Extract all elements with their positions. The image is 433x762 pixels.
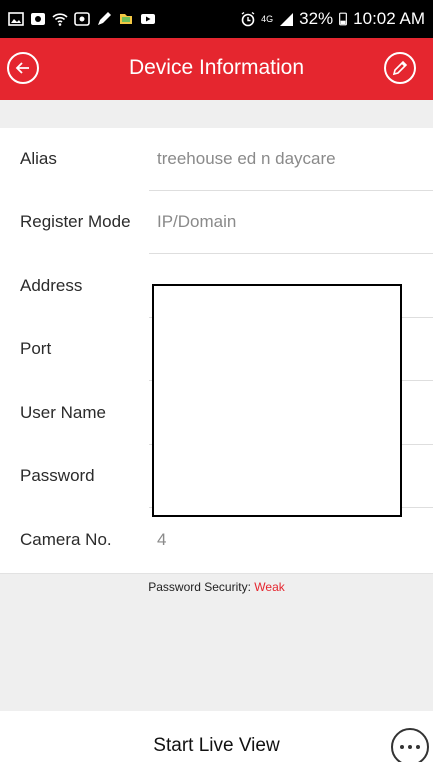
security-section: Password Security: Weak [0,573,433,711]
network-type: 4G [261,14,274,24]
redaction-box [152,284,402,517]
wifi-icon [52,13,68,26]
page-title: Device Information [128,56,305,79]
camera-no-row[interactable]: Camera No. 4 [0,509,433,572]
user-name-label: User Name [20,403,106,422]
video-icon [141,14,155,24]
register-mode-value: IP/Domain [157,212,237,231]
status-bar: 4G 32% 10:02 AM [0,0,433,38]
pen-icon [98,12,111,25]
password-security: Password Security: Weak [0,580,433,594]
camera-icon [31,13,45,25]
start-live-view-button[interactable]: Start Live View [0,735,433,757]
divider [149,253,433,254]
gallery-icon [8,12,24,26]
edit-pencil-icon [392,60,408,76]
edit-button[interactable] [384,52,416,84]
register-mode-row[interactable]: Register Mode IP/Domain [0,191,433,254]
register-mode-label: Register Mode [20,212,131,231]
signal-icon [280,13,294,26]
alias-value: treehouse ed n daycare [157,149,336,168]
battery-icon [339,12,348,26]
clock: 10:02 AM [353,9,425,28]
password-security-label: Password Security: [148,580,251,594]
address-label: Address [20,276,83,295]
camera-no-label: Camera No. [20,530,112,549]
files-icon [120,14,132,24]
alias-label: Alias [20,149,57,168]
section-spacer [0,100,433,128]
password-security-value: Weak [254,580,285,594]
app-bar: Device Information [0,38,433,100]
photo-icon [74,12,90,26]
camera-no-value: 4 [157,530,167,549]
status-right: 4G 32% 10:02 AM [240,9,425,29]
port-label: Port [20,339,52,358]
notification-icons [8,10,156,28]
more-options-icon [400,745,420,749]
battery-percent: 32% [299,9,334,28]
bottom-bar: Start Live View [0,711,433,762]
more-options-button[interactable] [391,728,429,762]
password-label: Password [20,466,95,485]
alias-row[interactable]: Alias treehouse ed n daycare [0,128,433,191]
alarm-icon [241,11,255,27]
